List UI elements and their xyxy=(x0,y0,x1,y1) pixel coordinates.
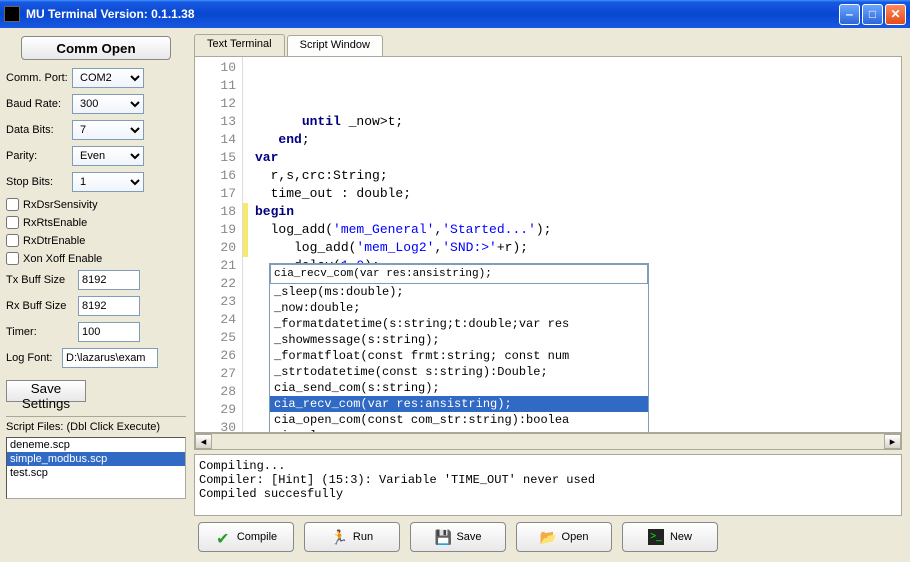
app-icon xyxy=(4,6,20,22)
timer-label: Timer: xyxy=(6,326,78,338)
txbuff-input[interactable] xyxy=(78,270,140,290)
logfont-input[interactable] xyxy=(62,348,158,368)
autocomplete-item[interactable]: _now:double; xyxy=(270,300,648,316)
autocomplete-item[interactable]: _sleep(ms:double); xyxy=(270,284,648,300)
compiler-output[interactable]: Compiling... Compiler: [Hint] (15:3): Va… xyxy=(194,454,902,516)
autocomplete-input[interactable] xyxy=(270,264,648,284)
logfont-label: Log Font: xyxy=(6,352,62,364)
autocomplete-popup[interactable]: _sleep(ms:double);_now:double;_formatdat… xyxy=(269,263,649,433)
rxdtr-checkbox[interactable] xyxy=(6,234,19,247)
rxdtr-label: RxDtrEnable xyxy=(23,235,85,247)
terminal-icon: >_ xyxy=(648,529,664,545)
horizontal-scrollbar[interactable]: ◂ ▸ xyxy=(194,433,902,450)
rxbuff-input[interactable] xyxy=(78,296,140,316)
xonxoff-label: Xon Xoff Enable xyxy=(23,253,102,265)
tab-text-terminal[interactable]: Text Terminal xyxy=(194,34,285,56)
modified-marker xyxy=(243,203,248,257)
autocomplete-item[interactable]: cia_recv_com(var res:ansistring); xyxy=(270,396,648,412)
save-button[interactable]: 💾Save xyxy=(410,522,506,552)
autocomplete-item[interactable]: cia_send_com(s:string); xyxy=(270,380,648,396)
script-file-list[interactable]: deneme.scpsimple_modbus.scptest.scp xyxy=(6,437,186,499)
file-item[interactable]: deneme.scp xyxy=(7,438,185,452)
check-icon: ✔ xyxy=(215,529,231,545)
autocomplete-item[interactable]: cia_close_com; xyxy=(270,428,648,433)
rxrts-label: RxRtsEnable xyxy=(23,217,87,229)
autocomplete-item[interactable]: _formatdatetime(s:string;t:double;var re… xyxy=(270,316,648,332)
file-item[interactable]: test.scp xyxy=(7,466,185,480)
maximize-button[interactable]: □ xyxy=(862,4,883,25)
scroll-left-icon[interactable]: ◂ xyxy=(195,434,212,449)
txbuff-label: Tx Buff Size xyxy=(6,274,78,286)
file-item[interactable]: simple_modbus.scp xyxy=(7,452,185,466)
autocomplete-item[interactable]: _strtodatetime(const s:string):Double; xyxy=(270,364,648,380)
comm-port-select[interactable]: COM2 xyxy=(72,68,144,88)
data-bits-select[interactable]: 7 xyxy=(72,120,144,140)
floppy-icon: 💾 xyxy=(434,529,450,545)
left-panel: Comm Open Comm. Port:COM2 Baud Rate:300 … xyxy=(0,28,192,562)
rxbuff-label: Rx Buff Size xyxy=(6,300,78,312)
autocomplete-item[interactable]: cia_open_com(const com_str:string):boole… xyxy=(270,412,648,428)
comm-port-label: Comm. Port: xyxy=(6,72,72,84)
new-button[interactable]: >_New xyxy=(622,522,718,552)
open-button[interactable]: 📂Open xyxy=(516,522,612,552)
parity-label: Parity: xyxy=(6,150,72,162)
data-bits-label: Data Bits: xyxy=(6,124,72,136)
titlebar: MU Terminal Version: 0.1.1.38 ‒ □ ✕ xyxy=(0,0,910,28)
baud-rate-label: Baud Rate: xyxy=(6,98,72,110)
save-settings-button[interactable]: Save Settings xyxy=(6,380,86,402)
run-button[interactable]: 🏃Run xyxy=(304,522,400,552)
autocomplete-item[interactable]: _formatfloat(const frmt:string; const nu… xyxy=(270,348,648,364)
timer-input[interactable] xyxy=(78,322,140,342)
script-files-label: Script Files: (Dbl Click Execute) xyxy=(6,416,186,433)
xonxoff-checkbox[interactable] xyxy=(6,252,19,265)
line-gutter: 1011121314151617181920212223242526272829… xyxy=(195,57,243,432)
comm-open-button[interactable]: Comm Open xyxy=(21,36,171,60)
autocomplete-item[interactable]: _showmessage(s:string); xyxy=(270,332,648,348)
stop-bits-label: Stop Bits: xyxy=(6,176,72,188)
rxrts-checkbox[interactable] xyxy=(6,216,19,229)
autocomplete-list[interactable]: _sleep(ms:double);_now:double;_formatdat… xyxy=(270,284,648,433)
window-title: MU Terminal Version: 0.1.1.38 xyxy=(26,7,839,21)
scroll-right-icon[interactable]: ▸ xyxy=(884,434,901,449)
minimize-button[interactable]: ‒ xyxy=(839,4,860,25)
tab-script-window[interactable]: Script Window xyxy=(287,35,383,57)
parity-select[interactable]: Even xyxy=(72,146,144,166)
close-button[interactable]: ✕ xyxy=(885,4,906,25)
rxdssr-label: RxDsrSensivity xyxy=(23,199,98,211)
run-icon: 🏃 xyxy=(331,529,347,545)
folder-icon: 📂 xyxy=(540,529,556,545)
stop-bits-select[interactable]: 1 xyxy=(72,172,144,192)
compile-button[interactable]: ✔Compile xyxy=(198,522,294,552)
rxdssr-checkbox[interactable] xyxy=(6,198,19,211)
baud-rate-select[interactable]: 300 xyxy=(72,94,144,114)
code-editor[interactable]: 1011121314151617181920212223242526272829… xyxy=(194,56,902,433)
